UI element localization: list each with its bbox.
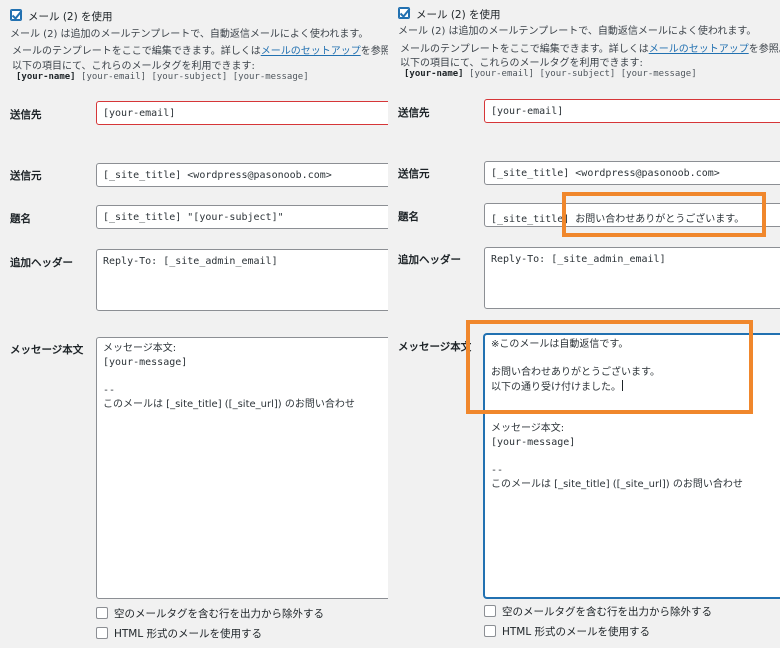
help-text-line2: 以下の項目にて、これらのメールタグを利用できます: xyxy=(400,58,643,69)
subject-label: 題名 xyxy=(10,213,31,225)
headers-textarea[interactable]: Reply-To: [_site_admin_email] xyxy=(96,249,388,311)
body-label: メッセージ本文 xyxy=(10,344,84,356)
checkmark-icon xyxy=(11,10,23,20)
mail2-description: メール (2) は追加のメールテンプレートで、自動返信メールによく使われます。 xyxy=(10,29,369,40)
body-line: [your-message] xyxy=(491,437,576,448)
from-label: 送信元 xyxy=(10,170,42,182)
body-line: メッセージ本文: xyxy=(491,423,565,434)
mail-tags: [your-name] [your-email] [your-subject] … xyxy=(404,69,697,79)
mail-tags-rest: [your-email] [your-subject] [your-messag… xyxy=(469,69,697,79)
help-text: メールのテンプレートをここで編集できます。詳しくはメールのセットアップを参照。 xyxy=(12,42,388,57)
body-line: このメールは [_site_title] ([_site_url]) のお問い合… xyxy=(491,479,743,490)
help-text-post: を参照。 xyxy=(748,44,780,55)
mail2-description: メール (2) は追加のメールテンプレートで、自動返信メールによく使われます。 xyxy=(398,26,757,37)
mail2-settings-after: メール (2) を使用 メール (2) は追加のメールテンプレートで、自動返信メ… xyxy=(388,0,780,648)
body-line: このメールは [_site_title] ([_site_url]) のお問い合… xyxy=(103,399,355,410)
checkmark-icon xyxy=(399,8,411,18)
body-line: -- xyxy=(491,465,504,476)
body-line: -- xyxy=(103,385,116,396)
subject-highlight-box xyxy=(562,192,766,237)
html-mail-checkbox[interactable] xyxy=(484,625,496,637)
use-mail2-checkbox[interactable] xyxy=(10,9,23,21)
help-text-pre: メールのテンプレートをここで編集できます。詳しくは xyxy=(12,46,261,57)
subject-label: 題名 xyxy=(398,211,419,223)
body-line: メッセージ本文: xyxy=(103,343,177,354)
from-label: 送信元 xyxy=(398,168,430,180)
from-field[interactable]: [_site_title] <wordpress@pasonoob.com> xyxy=(96,163,388,187)
body-label: メッセージ本文 xyxy=(398,341,472,353)
to-label: 送信先 xyxy=(10,109,42,121)
exclude-blank-checkbox[interactable] xyxy=(484,605,496,617)
body-line xyxy=(491,450,780,464)
use-mail2-label: メール (2) を使用 xyxy=(416,9,501,21)
mail-setup-link[interactable]: メールのセットアップ xyxy=(649,44,749,55)
from-field[interactable]: [_site_title] <wordpress@pasonoob.com> xyxy=(484,161,780,185)
body-highlight-box xyxy=(466,320,753,414)
body-line: [your-message] xyxy=(103,357,188,368)
mail-tags-rest: [your-email] [your-subject] [your-messag… xyxy=(81,72,309,82)
help-text: メールのテンプレートをここで編集できます。詳しくはメールのセットアップを参照。 xyxy=(400,40,780,55)
headers-label: 追加ヘッダー xyxy=(398,254,461,266)
exclude-blank-checkbox[interactable] xyxy=(96,607,108,619)
exclude-blank-label: 空のメールタグを含む行を出力から除外する xyxy=(502,606,712,618)
mail-tag-your-name[interactable]: [your-name] xyxy=(16,72,76,82)
mail-tag-your-name[interactable]: [your-name] xyxy=(404,69,464,79)
to-field[interactable]: [your-email] xyxy=(484,99,780,123)
use-mail2-label: メール (2) を使用 xyxy=(28,11,113,23)
exclude-blank-label: 空のメールタグを含む行を出力から除外する xyxy=(114,608,324,620)
html-mail-label: HTML 形式のメールを使用する xyxy=(502,626,651,638)
body-textarea[interactable]: メッセージ本文: [your-message] -- このメールは [_site… xyxy=(96,337,388,599)
subject-field[interactable]: [_site_title] "[your-subject]" xyxy=(96,205,388,229)
body-line xyxy=(103,370,388,384)
html-mail-checkbox[interactable] xyxy=(96,627,108,639)
mail2-settings-before: メール (2) を使用 メール (2) は追加のメールテンプレートで、自動返信メ… xyxy=(0,0,388,648)
headers-textarea[interactable]: Reply-To: [_site_admin_email] xyxy=(484,247,780,309)
mail-tags: [your-name] [your-email] [your-subject] … xyxy=(16,72,309,82)
help-text-post: を参照。 xyxy=(360,46,388,57)
headers-label: 追加ヘッダー xyxy=(10,257,73,269)
to-label: 送信先 xyxy=(398,107,430,119)
to-field[interactable]: [your-email] xyxy=(96,101,388,125)
html-mail-label: HTML 形式のメールを使用する xyxy=(114,628,263,640)
mail-setup-link[interactable]: メールのセットアップ xyxy=(261,46,361,57)
use-mail2-checkbox[interactable] xyxy=(398,7,411,19)
help-text-line2: 以下の項目にて、これらのメールタグを利用できます: xyxy=(12,61,255,72)
